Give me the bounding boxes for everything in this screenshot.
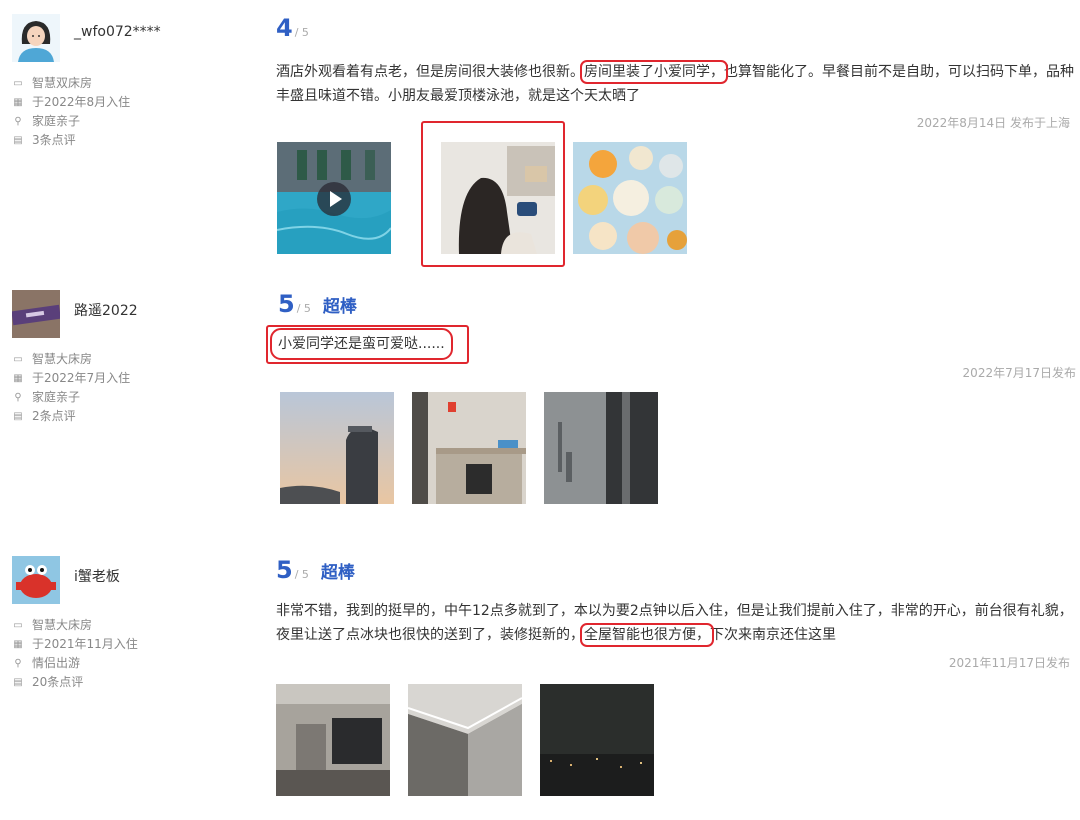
photo-thumbnail[interactable] xyxy=(412,392,526,504)
highlighted-phrase: 房间里装了小爱同学， xyxy=(580,60,728,84)
trip-type-icon: ⚲ xyxy=(14,392,22,403)
review-date: 2022年8月14日 发布于上海 xyxy=(916,116,1070,130)
calendar-icon: ▦ xyxy=(13,97,23,108)
avatar[interactable] xyxy=(12,290,60,338)
reviewer-name[interactable]: 路遥2022 xyxy=(74,300,138,320)
review-score: 5/ 5 超棒 xyxy=(278,290,357,318)
avatar[interactable] xyxy=(12,14,60,62)
trip-type-icon: ⚲ xyxy=(14,658,22,669)
review-photos xyxy=(276,684,654,796)
checkin-date: 于2022年7月入住 xyxy=(32,371,131,385)
checkin-date: 于2022年8月入住 xyxy=(32,95,131,109)
room-type: 智慧大床房 xyxy=(32,352,93,366)
review-score: 4/ 5 xyxy=(276,14,309,42)
score-value: 5 xyxy=(276,556,293,584)
room-type: 智慧大床房 xyxy=(32,618,93,632)
review-text-part: 下次来南京还住这里 xyxy=(710,627,836,643)
score-max: / 5 xyxy=(294,26,309,39)
bed-icon: ▭ xyxy=(13,354,23,365)
review-text: 酒店外观看着有点老，但是房间很大装修也很新。房间里装了小爱同学，也算智能化了。早… xyxy=(276,60,1076,108)
trip-type: 情侣出游 xyxy=(32,656,81,670)
score-value: 5 xyxy=(278,290,295,318)
review-item: i蟹老板 ▭ 智慧大床房 ▦ 于2021年11月入住 ⚲ 情侣出游 ▤ 20条点评 5/… xyxy=(0,556,1080,806)
highlight-box xyxy=(421,121,565,267)
reviewer-name[interactable]: _wfo072**** xyxy=(74,24,161,40)
reviewer-meta: ▭ 智慧大床房 ▦ 于2022年7月入住 ⚲ 家庭亲子 ▤ 2条点评 xyxy=(12,350,130,426)
review-count-icon: ▤ xyxy=(13,135,23,146)
play-icon[interactable] xyxy=(317,182,351,216)
photo-thumbnail[interactable] xyxy=(408,684,522,796)
score-tag: 超棒 xyxy=(322,297,357,317)
score-tag: 超棒 xyxy=(320,563,355,583)
review-photos xyxy=(280,392,658,504)
reviewer-meta: ▭ 智慧双床房 ▦ 于2022年8月入住 ⚲ 家庭亲子 ▤ 3条点评 xyxy=(12,74,130,150)
review-score: 5/ 5 超棒 xyxy=(276,556,355,584)
photo-thumbnail[interactable] xyxy=(544,392,658,504)
review-count-icon: ▤ xyxy=(13,677,23,688)
bed-icon: ▭ xyxy=(13,78,23,89)
review-text-part: 酒店外观看着有点老，但是房间很大装修也很新。 xyxy=(276,64,584,80)
photo-thumbnail[interactable] xyxy=(280,392,394,504)
highlight-box xyxy=(266,325,469,364)
score-value: 4 xyxy=(276,14,293,42)
photo-thumbnail[interactable] xyxy=(540,684,654,796)
bed-icon: ▭ xyxy=(13,620,23,631)
calendar-icon: ▦ xyxy=(13,639,23,650)
highlighted-phrase: 全屋智能也很方便， xyxy=(580,623,714,647)
trip-type-icon: ⚲ xyxy=(14,116,22,127)
reviewer-meta: ▭ 智慧大床房 ▦ 于2021年11月入住 ⚲ 情侣出游 ▤ 20条点评 xyxy=(12,616,138,692)
checkin-date: 于2021年11月入住 xyxy=(32,637,138,651)
review-text: 非常不错，我到的挺早的，中午12点多就到了，本以为要2点钟以后入住，但是让我们提… xyxy=(276,599,1076,647)
review-count[interactable]: 20条点评 xyxy=(32,673,83,692)
trip-type: 家庭亲子 xyxy=(32,114,81,128)
review-item: 路遥2022 ▭ 智慧大床房 ▦ 于2022年7月入住 ⚲ 家庭亲子 ▤ 2条点评 5/… xyxy=(0,290,1080,520)
pool-video-thumbnail[interactable] xyxy=(277,142,391,254)
avatar[interactable] xyxy=(12,556,60,604)
review-date: 2022年7月17日发布 xyxy=(962,366,1076,380)
photo-thumbnail[interactable] xyxy=(276,684,390,796)
review-count-icon: ▤ xyxy=(13,411,23,422)
score-max: / 5 xyxy=(296,302,311,315)
review-count[interactable]: 2条点评 xyxy=(32,407,76,426)
score-max: / 5 xyxy=(294,568,309,581)
room-type: 智慧双床房 xyxy=(32,76,93,90)
photo-thumbnail[interactable] xyxy=(573,142,687,254)
calendar-icon: ▦ xyxy=(13,373,23,384)
review-count[interactable]: 3条点评 xyxy=(32,131,76,150)
trip-type: 家庭亲子 xyxy=(32,390,81,404)
review-date: 2021年11月17日发布 xyxy=(948,656,1070,670)
reviewer-name[interactable]: i蟹老板 xyxy=(74,566,120,586)
